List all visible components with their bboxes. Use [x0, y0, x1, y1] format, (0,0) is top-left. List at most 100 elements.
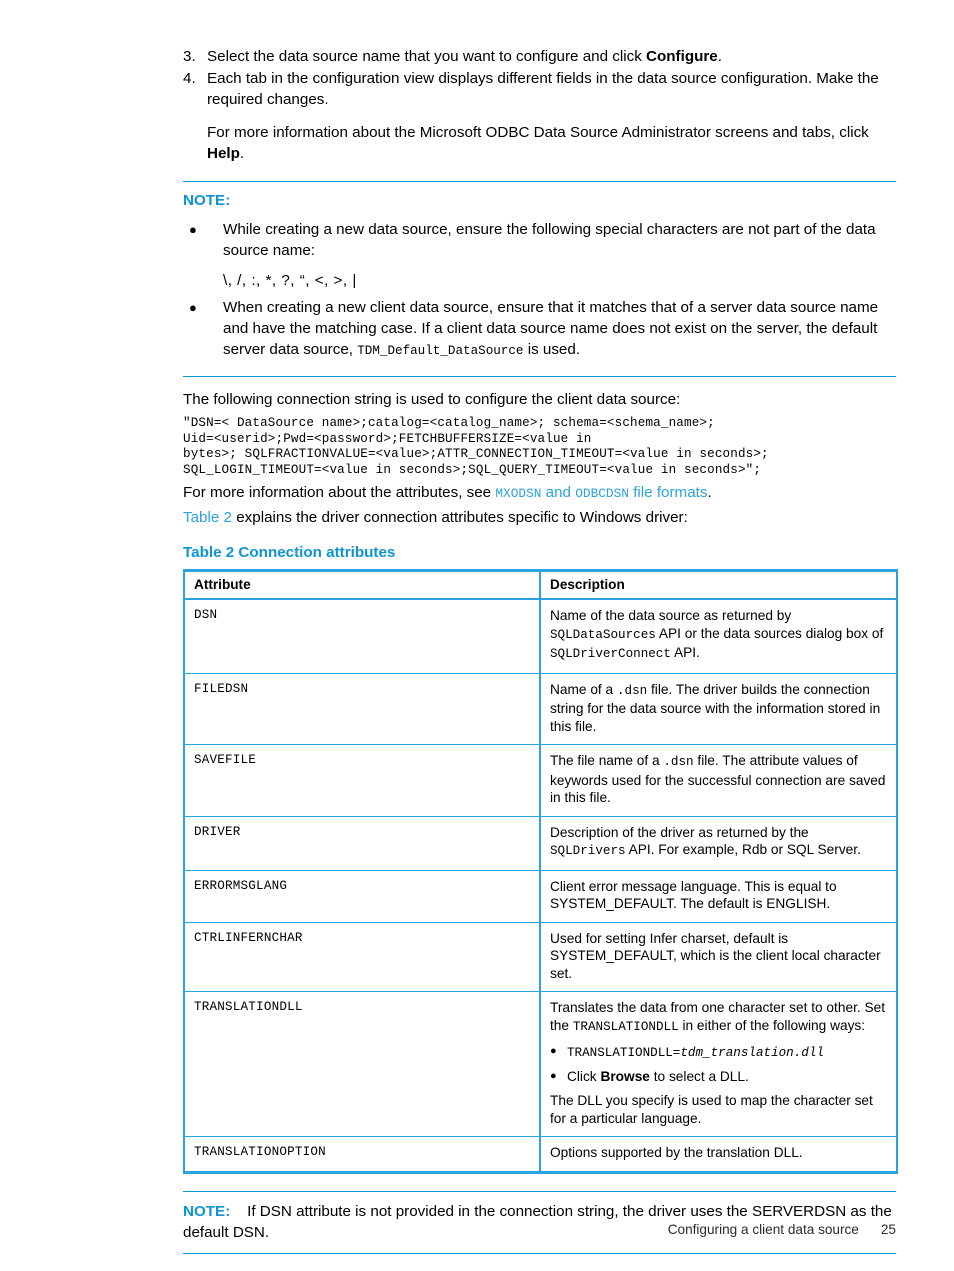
table-row: DSN Name of the data source as returned … [183, 599, 898, 674]
numbered-steps: 3. Select the data source name that you … [183, 46, 896, 164]
connection-attributes-table: Attribute Description DSN Name of the da… [183, 569, 898, 1174]
note-bullet-text: When creating a new client data source, … [223, 297, 896, 362]
note-bullet-item: ● While creating a new data source, ensu… [183, 219, 896, 293]
cell-attribute: ERRORMSGLANG [183, 870, 541, 923]
column-header-description: Description [539, 569, 898, 601]
link-mxodsn[interactable]: MXODSN [495, 486, 541, 501]
link-and-text: and [541, 484, 576, 502]
note-bullet-text: While creating a new data source, ensure… [223, 219, 896, 293]
note-title: NOTE: [183, 1202, 231, 1220]
cell-description: Translates the data from one character s… [539, 991, 898, 1138]
table-row: SAVEFILE The file name of a .dsn file. T… [183, 744, 898, 817]
cell-description: Used for setting Infer charset, default … [539, 922, 898, 993]
substep-bold-help: Help [207, 145, 240, 162]
page-content: 3. Select the data source name that you … [183, 46, 898, 1254]
cell-description: Description of the driver as returned by… [539, 816, 898, 871]
code-tdm-translation-dll: tdm_translation.dll [680, 1046, 824, 1061]
cell-attribute: DRIVER [183, 816, 541, 871]
table-row: FILEDSN Name of a .dsn file. The driver … [183, 673, 898, 746]
table-reference-tail: explains the driver connection attribute… [231, 509, 688, 527]
sub-bullet-suffix: to select a DLL. [649, 1068, 749, 1084]
desc-text: Name of a [550, 681, 617, 697]
step-item-3: 3. Select the data source name that you … [183, 46, 896, 67]
bullet-icon: ● [550, 1069, 557, 1082]
substep-text-after: . [239, 145, 245, 162]
footer-page-number: 25 [880, 1222, 896, 1237]
code-sqldriverconnect: SQLDriverConnect [550, 647, 671, 662]
note-bullet-list: ● While creating a new data source, ensu… [183, 219, 896, 362]
column-header-attribute: Attribute [183, 569, 541, 601]
desc-text: in either of the following ways: [678, 1017, 866, 1033]
cell-description: Options supported by the translation DLL… [539, 1136, 898, 1174]
link-odbcdsn[interactable]: ODBCDSN [575, 486, 629, 501]
page-footer: Configuring a client data source 25 [183, 1222, 896, 1237]
desc-text: Name of the data source as returned by [550, 608, 792, 624]
cell-attribute: TRANSLATIONDLL [183, 991, 541, 1138]
step-bold-configure: Configure [646, 48, 718, 65]
step-number: 3. [183, 48, 196, 65]
code-dsn-ext: .dsn [663, 755, 694, 770]
more-info-paragraph: For more information about the attribute… [183, 482, 896, 504]
step-text: Select the data source name that you wan… [207, 46, 896, 67]
step-text: Each tab in the configuration view displ… [207, 70, 879, 108]
cell-attribute: FILEDSN [183, 673, 541, 746]
desc-text: API. [670, 645, 700, 661]
table-reference-paragraph: Table 2 explains the driver connection a… [183, 507, 896, 528]
step-number: 4. [183, 70, 196, 87]
cell-description: Client error message language. This is e… [539, 870, 898, 923]
desc-text: The file name of a [550, 753, 664, 769]
step-item-4: 4. Each tab in the configuration view di… [183, 68, 896, 110]
translationdll-sub-bullets: ● TRANSLATIONDLL=tdm_translation.dll ● C… [550, 1043, 887, 1085]
code-dsn-ext: .dsn [616, 683, 648, 698]
footer-section-title: Configuring a client data source [667, 1222, 859, 1237]
cell-description: The file name of a .dsn file. The attrib… [539, 744, 898, 817]
connection-string-code: "DSN=< DataSource name>;catalog=<catalog… [183, 416, 769, 477]
desc-text: API. For example, Rdb or SQL Server. [625, 842, 861, 858]
cell-description: Name of the data source as returned by S… [539, 599, 898, 674]
sub-bullet-text: TRANSLATIONDLL=tdm_translation.dll [567, 1043, 887, 1063]
note-block-top: NOTE: ● While creating a new data source… [183, 181, 896, 377]
document-page: 3. Select the data source name that you … [0, 0, 954, 1271]
cell-attribute: SAVEFILE [183, 744, 541, 817]
desc-text: Description of the driver as returned by… [550, 824, 809, 840]
sub-bullet-item: ● TRANSLATIONDLL=tdm_translation.dll [550, 1043, 887, 1063]
bullet-icon: ● [189, 222, 197, 237]
table-body: DSN Name of the data source as returned … [183, 599, 898, 1174]
link-table-2[interactable]: Table 2 [183, 509, 232, 526]
code-translationdll-assign: TRANSLATIONDLL= [567, 1046, 681, 1061]
bullet-icon: ● [189, 300, 197, 315]
link-file-formats[interactable]: file formats [629, 484, 707, 501]
translationdll-trailing-text: The DLL you specify is used to map the c… [550, 1093, 873, 1126]
step-text-after: . [717, 48, 722, 65]
table-row: ERRORMSGLANG Client error message langua… [183, 870, 898, 923]
table-header-row: Attribute Description [183, 569, 898, 601]
cell-attribute: TRANSLATIONOPTION [183, 1136, 541, 1174]
table-caption: Table 2 Connection attributes [183, 544, 396, 562]
cell-attribute: CTRLINFERNCHAR [183, 922, 541, 993]
note-bullet-2-tail: is used. [523, 341, 581, 358]
note-title: NOTE: [183, 192, 231, 209]
bullet-icon: ● [550, 1045, 557, 1058]
code-translationdll: TRANSLATIONDLL [572, 1019, 679, 1034]
table-row: TRANSLATIONOPTION Options supported by t… [183, 1136, 898, 1174]
step-4-subparagraph: For more information about the Microsoft… [207, 122, 896, 164]
step-text-before: Select the data source name that you wan… [207, 48, 647, 65]
desc-text: API or the data sources dialog box of [655, 625, 884, 641]
substep-text-before: For more information about the Microsoft… [207, 124, 869, 141]
code-sqldatasources: SQLDataSources [550, 627, 656, 642]
note-bullet-1-text: While creating a new data source, ensure… [223, 221, 876, 259]
sub-bullet-item: ● Click Browse to select a DLL. [550, 1068, 887, 1086]
more-info-period: . [707, 484, 712, 502]
table-row: DRIVER Description of the driver as retu… [183, 816, 898, 871]
bold-browse: Browse [600, 1068, 650, 1084]
table-row: TRANSLATIONDLL Translates the data from … [183, 991, 898, 1138]
code-tdm-default-datasource: TDM_Default_DataSource [357, 344, 524, 358]
table-row: CTRLINFERNCHAR Used for setting Infer ch… [183, 922, 898, 993]
code-sqldrivers: SQLDrivers [550, 844, 626, 859]
connection-intro: The following connection string is used … [183, 391, 681, 408]
cell-description: Name of a .dsn file. The driver builds t… [539, 673, 898, 746]
cell-attribute: DSN [183, 599, 541, 674]
sub-bullet-prefix: Click [567, 1068, 601, 1084]
special-characters-line: \, /, :, *, ?, “, <, >, | [223, 272, 357, 289]
note-bullet-item: ● When creating a new client data source… [183, 297, 896, 362]
